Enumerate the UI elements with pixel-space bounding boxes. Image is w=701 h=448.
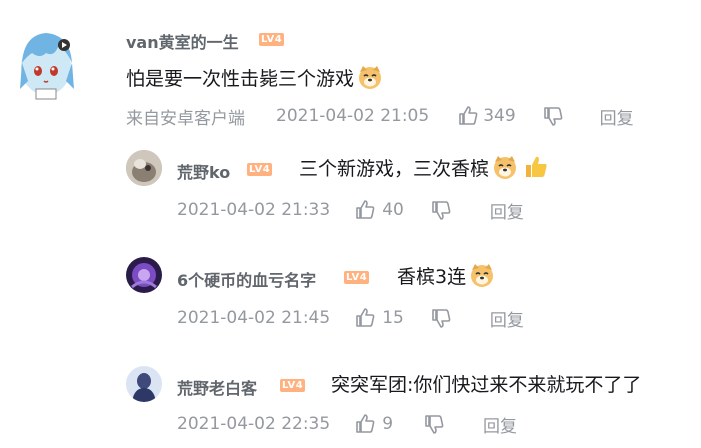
reply-text-row: 三个新游戏，三次香槟 <box>299 152 549 182</box>
level-badge: LV4 <box>344 271 370 284</box>
timestamp: 2021-04-02 21:45 <box>177 308 331 328</box>
like-count: 9 <box>382 414 394 434</box>
doge-emoji-icon <box>492 154 518 180</box>
like-button[interactable]: 15 <box>354 307 404 329</box>
doge-emoji-icon <box>469 262 495 288</box>
comment-text: 怕是要一次性击毙三个游戏 <box>126 67 355 90</box>
thumbs-up-icon <box>459 106 478 125</box>
timestamp: 2021-04-02 21:33 <box>177 200 331 220</box>
reply-text-row: 突突军团:你们快过来不来就玩不了了 <box>331 368 641 398</box>
dislike-button[interactable] <box>542 105 564 127</box>
like-button[interactable]: 40 <box>354 199 404 221</box>
avatar[interactable] <box>126 257 162 293</box>
avatar[interactable] <box>126 150 162 186</box>
username[interactable]: 6个硬币的血亏名字 <box>177 267 316 291</box>
thumbs-up-icon <box>356 414 375 433</box>
reply-meta: 2021-04-02 22:35 9 回复 <box>177 412 517 437</box>
reply-item: 荒野ko LV4 三个新游戏，三次香槟 2021-04-02 21:33 40 … <box>0 135 701 235</box>
reply-button[interactable]: 回复 <box>600 104 634 129</box>
reply-text: 三个新游戏，三次香槟 <box>299 157 490 180</box>
reply-item: 荒野老白客 LV4 突突军团:你们快过来不来就玩不了了 2021-04-02 2… <box>0 355 701 448</box>
thumbs-up-icon <box>356 308 375 327</box>
comment-meta: 来自安卓客户端 2021-04-02 21:05 349 回复 <box>126 104 634 129</box>
reply-button[interactable]: 回复 <box>483 412 517 437</box>
reply-meta: 2021-04-02 21:33 40 回复 <box>177 198 524 223</box>
reply-text: 突突军团:你们快过来不来就玩不了了 <box>331 373 642 396</box>
username[interactable]: van黄室的一生 <box>126 29 239 53</box>
timestamp: 2021-04-02 22:35 <box>177 414 331 434</box>
reply-button[interactable]: 回复 <box>490 306 524 331</box>
like-button[interactable]: 349 <box>457 105 516 127</box>
source-label: 来自安卓客户端 <box>126 108 245 129</box>
timestamp: 2021-04-02 21:05 <box>276 106 430 126</box>
like-button[interactable]: 9 <box>354 413 393 435</box>
doge-emoji-icon <box>357 64 383 90</box>
username[interactable]: 荒野老白客 <box>177 375 257 399</box>
reply-meta: 2021-04-02 21:45 15 回复 <box>177 306 524 331</box>
level-badge: LV4 <box>280 379 306 392</box>
dislike-button[interactable] <box>430 307 452 329</box>
level-badge: LV4 <box>247 163 273 176</box>
thumbs-up-icon <box>356 200 375 219</box>
thumbs-down-icon <box>543 107 563 126</box>
thumbs-down-icon <box>425 415 444 434</box>
reply-item: 6个硬币的血亏名字 LV4 香槟3连 2021-04-02 21:45 15 回… <box>0 245 701 345</box>
username[interactable]: 荒野ko <box>177 159 230 183</box>
reply-button[interactable]: 回复 <box>490 198 524 223</box>
avatar[interactable] <box>14 23 78 101</box>
thumbs-down-icon <box>432 201 451 220</box>
dislike-button[interactable] <box>423 413 445 435</box>
like-count: 40 <box>382 200 404 220</box>
reply-text: 香槟3连 <box>397 265 467 288</box>
level-badge: LV4 <box>259 33 285 46</box>
thumbs-up-emoji-icon <box>523 154 549 180</box>
avatar[interactable] <box>126 366 162 402</box>
main-comment: van黄室的一生 LV4 怕是要一次性击毙三个游戏 来自安卓客户端 2021-0… <box>0 0 701 135</box>
like-count: 349 <box>483 106 516 126</box>
thumbs-down-icon <box>432 309 451 328</box>
reply-text-row: 香槟3连 <box>397 260 495 290</box>
dislike-button[interactable] <box>430 199 452 221</box>
comment-text-row: 怕是要一次性击毙三个游戏 <box>126 62 383 92</box>
like-count: 15 <box>382 308 404 328</box>
